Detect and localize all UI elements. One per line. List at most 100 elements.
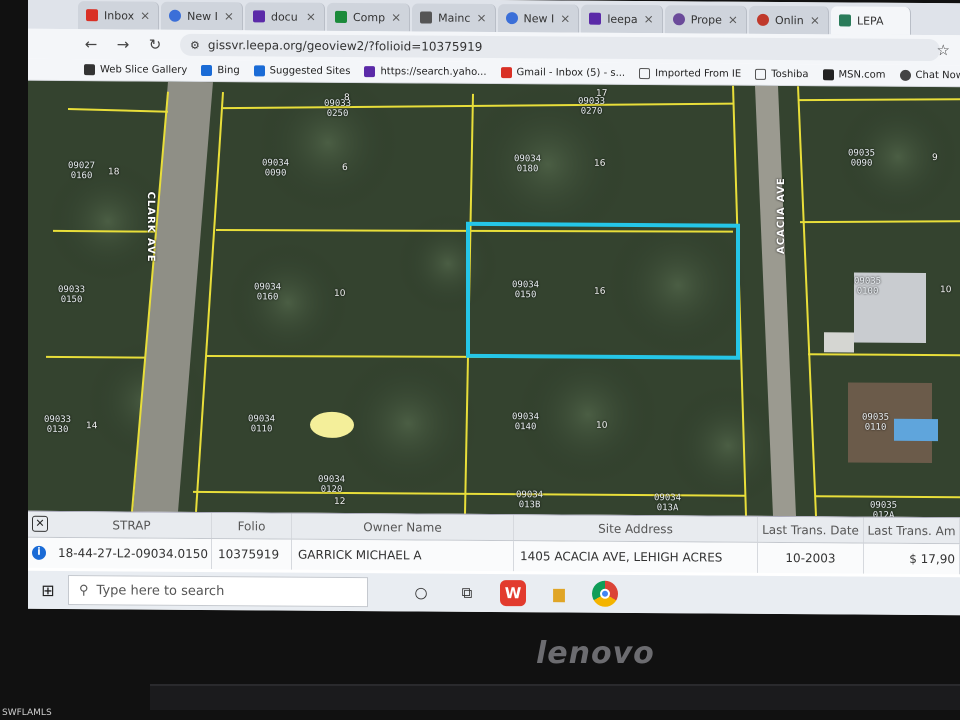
browser-tab[interactable]: New I × bbox=[161, 1, 243, 31]
close-icon[interactable]: × bbox=[224, 9, 234, 23]
chrome-icon[interactable] bbox=[592, 580, 618, 607]
download-icon bbox=[334, 10, 347, 23]
browser-tab[interactable]: Mainc × bbox=[412, 3, 496, 33]
folder-icon bbox=[755, 68, 767, 80]
url-input[interactable]: ⚙ gissvr.leepa.org/geoview2/?folioid=103… bbox=[180, 33, 940, 62]
back-arrow-icon[interactable]: ← bbox=[84, 35, 98, 53]
bookmark-item[interactable]: Gmail - Inbox (5) - s... bbox=[500, 67, 625, 79]
pool bbox=[894, 418, 938, 442]
parcel-id: 09033 0130 bbox=[44, 414, 72, 436]
parcel-id: 09034 013A bbox=[654, 493, 682, 514]
column-header[interactable]: Last Trans. Date bbox=[758, 516, 864, 543]
parcel-id: 09034 0160 bbox=[254, 282, 282, 303]
parcel-id: 09035 012A bbox=[870, 500, 898, 518]
url-text: gissvr.leepa.org/geoview2/?folioid=10375… bbox=[207, 38, 483, 54]
parcel-id: 09033 0150 bbox=[58, 284, 86, 306]
bookmark-item[interactable]: Toshiba bbox=[755, 68, 809, 80]
parcel-id: 09034 013B bbox=[516, 490, 544, 511]
parcel-id: 09034 0120 bbox=[318, 474, 346, 495]
file-explorer-icon[interactable]: ▆ bbox=[546, 580, 572, 606]
browser-tab[interactable]: Onlin × bbox=[748, 5, 829, 35]
bookmark-star-icon[interactable]: ☆ bbox=[937, 41, 950, 59]
strap-cell: 18-44-27-L2-09034.0150 bbox=[52, 537, 212, 570]
parcel-id: 09035 0100 bbox=[854, 276, 882, 297]
lot-number: 9 bbox=[932, 153, 938, 164]
site-info-icon[interactable]: ⚙ bbox=[190, 38, 200, 51]
photo-scene: Inbox × New I × docu × Comp × Mainc × New I × … bbox=[0, 0, 960, 720]
parcel-id: 09035 0110 bbox=[862, 412, 890, 433]
browser-tab[interactable]: Prope × bbox=[664, 5, 747, 34]
owner-cell: GARRICK MICHAEL A bbox=[292, 539, 514, 572]
column-header[interactable]: Folio bbox=[212, 513, 292, 539]
gmail-icon bbox=[86, 9, 98, 22]
close-icon[interactable]: × bbox=[306, 10, 316, 24]
bing-icon bbox=[253, 65, 265, 77]
close-icon[interactable]: × bbox=[810, 13, 820, 27]
lot-number: 17 bbox=[596, 88, 608, 99]
bookmark-item[interactable]: Web Slice Gallery bbox=[84, 64, 187, 76]
close-icon[interactable]: × bbox=[560, 11, 570, 25]
gmail-icon bbox=[500, 67, 512, 79]
forward-arrow-icon[interactable]: → bbox=[116, 35, 130, 53]
trans-amount-cell: $ 17,90 bbox=[864, 543, 960, 575]
parcel-id: 09033 0270 bbox=[578, 96, 606, 117]
parcel-id: 09034 0150 bbox=[512, 280, 540, 301]
folio-cell: 10375919 bbox=[212, 539, 292, 570]
parcel-id: 09034 0140 bbox=[512, 412, 540, 433]
close-icon[interactable]: × bbox=[728, 13, 738, 27]
close-icon[interactable]: × bbox=[391, 10, 401, 24]
lot-number: 10 bbox=[596, 420, 608, 431]
browser-tab[interactable]: docu × bbox=[244, 2, 325, 31]
cortana-icon[interactable]: ○ bbox=[408, 579, 434, 605]
wps-office-icon[interactable]: W bbox=[500, 580, 526, 607]
chrome-center bbox=[600, 588, 610, 599]
lot-number: 16 bbox=[594, 158, 606, 169]
close-icon[interactable]: ✕ bbox=[32, 515, 48, 532]
taskbar-search-box[interactable]: ⚲ Type here to search bbox=[68, 575, 368, 608]
map-canvas bbox=[28, 80, 960, 518]
parcel-id: 09035 0090 bbox=[848, 148, 876, 169]
column-header[interactable]: Last Trans. Am bbox=[864, 517, 960, 544]
column-header[interactable]: Owner Name bbox=[292, 513, 514, 541]
close-icon[interactable]: × bbox=[140, 9, 150, 23]
address-cell: 1405 ACACIA AVE, LEHIGH ACRES bbox=[514, 541, 758, 573]
task-view-icon[interactable]: ⧉ bbox=[454, 580, 480, 606]
reload-icon[interactable]: ↻ bbox=[148, 36, 162, 54]
lenovo-logo: lenovo bbox=[536, 636, 655, 671]
map-pin-icon bbox=[169, 9, 182, 22]
browser-tab-active[interactable]: LEPA bbox=[830, 6, 911, 35]
search-icon: ⚲ bbox=[79, 582, 89, 598]
yahoo-icon bbox=[252, 10, 265, 23]
info-icon[interactable]: i bbox=[32, 545, 46, 560]
driveway bbox=[824, 332, 854, 353]
browser-tab[interactable]: New I × bbox=[497, 4, 580, 33]
lot-number: 8 bbox=[344, 92, 350, 103]
page-icon bbox=[756, 13, 769, 26]
map-pin-icon bbox=[505, 12, 518, 25]
parcel-id: 09034 0180 bbox=[514, 154, 542, 175]
column-header[interactable]: Site Address bbox=[514, 515, 758, 542]
bookmark-item[interactable]: https://search.yaho... bbox=[364, 66, 487, 78]
search-placeholder: Type here to search bbox=[96, 582, 225, 599]
close-icon[interactable]: × bbox=[644, 12, 654, 26]
lot-number: 10 bbox=[940, 285, 952, 296]
page-icon bbox=[838, 14, 851, 27]
column-header[interactable]: STRAP bbox=[52, 511, 212, 539]
bookmark-item[interactable]: Bing bbox=[201, 64, 240, 77]
bookmark-item[interactable]: Chat Now Button bbox=[899, 69, 960, 82]
bookmark-item[interactable]: Imported From IE bbox=[639, 68, 741, 80]
browser-tab[interactable]: Inbox × bbox=[78, 1, 160, 30]
bing-icon bbox=[201, 64, 213, 77]
parcel-map[interactable]: CLARK AVE ACACIA AVE 09034 0150 16 09034… bbox=[28, 80, 960, 518]
bookmark-item[interactable]: Suggested Sites bbox=[253, 65, 350, 77]
browser-tab[interactable]: leepa × bbox=[581, 4, 663, 34]
msn-icon bbox=[822, 69, 834, 81]
bookmark-item[interactable]: MSN.com bbox=[822, 69, 886, 81]
parcel-id: 09034 0090 bbox=[262, 158, 290, 179]
street-label-acacia: ACACIA AVE bbox=[776, 177, 787, 255]
close-icon[interactable]: × bbox=[476, 11, 486, 25]
table-row[interactable]: i 18-44-27-L2-09034.0150 10375919 GARRIC… bbox=[28, 537, 960, 575]
browser-tab[interactable]: Comp × bbox=[326, 2, 411, 32]
yahoo-icon bbox=[589, 12, 602, 25]
windows-start-icon[interactable]: ⊞ bbox=[28, 580, 68, 599]
